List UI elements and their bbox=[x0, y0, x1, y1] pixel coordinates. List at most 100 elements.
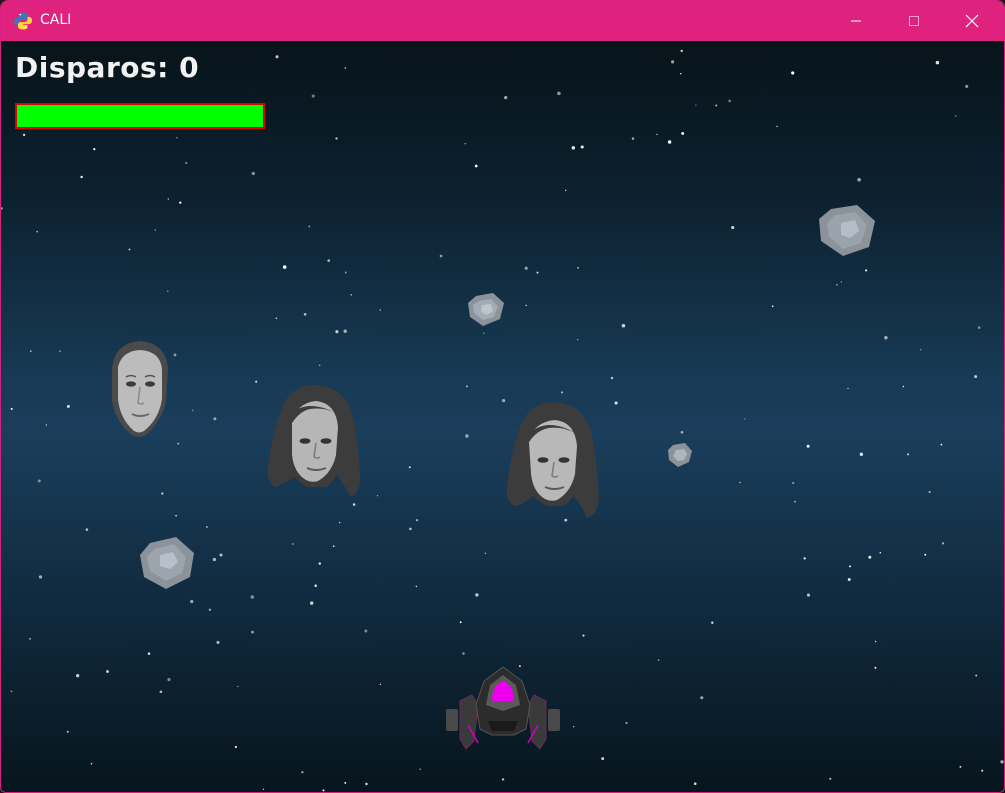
star bbox=[36, 230, 39, 233]
star bbox=[728, 99, 731, 103]
star bbox=[536, 271, 539, 274]
star bbox=[771, 305, 774, 308]
star bbox=[327, 259, 331, 262]
star bbox=[879, 551, 882, 554]
face-enemy bbox=[112, 341, 168, 437]
star bbox=[251, 171, 255, 176]
close-icon bbox=[965, 14, 979, 28]
star bbox=[744, 418, 746, 420]
star bbox=[1000, 760, 1004, 764]
star bbox=[907, 453, 910, 456]
close-button[interactable] bbox=[943, 1, 1001, 41]
star bbox=[335, 137, 338, 140]
window-title: CALI bbox=[40, 12, 72, 28]
star bbox=[504, 96, 508, 100]
star bbox=[965, 84, 969, 88]
minimize-button[interactable] bbox=[827, 1, 885, 41]
star bbox=[190, 599, 194, 604]
star bbox=[483, 332, 485, 334]
star bbox=[571, 146, 576, 150]
title-bar[interactable]: CALI bbox=[1, 1, 1004, 41]
star bbox=[557, 91, 561, 96]
star bbox=[919, 348, 922, 351]
score-label: Disparos: 0 bbox=[15, 51, 200, 84]
star bbox=[310, 601, 314, 605]
star bbox=[711, 621, 714, 624]
star bbox=[416, 519, 419, 522]
star bbox=[859, 452, 864, 456]
health-bar-fill bbox=[17, 105, 263, 127]
star bbox=[580, 145, 584, 149]
maximize-button[interactable] bbox=[885, 1, 943, 41]
star bbox=[167, 290, 169, 293]
star bbox=[959, 765, 962, 768]
star bbox=[680, 430, 684, 434]
star bbox=[621, 323, 626, 328]
star bbox=[255, 380, 258, 383]
star bbox=[739, 481, 741, 484]
star bbox=[303, 312, 307, 316]
star bbox=[159, 690, 163, 694]
star bbox=[262, 788, 265, 790]
star bbox=[179, 201, 182, 204]
star bbox=[577, 266, 580, 269]
star bbox=[282, 265, 287, 269]
game-canvas[interactable]: Disparos: 0 bbox=[1, 41, 1004, 792]
star bbox=[30, 350, 32, 352]
star bbox=[364, 629, 368, 633]
star bbox=[840, 281, 842, 283]
star bbox=[680, 49, 683, 53]
asteroid bbox=[140, 537, 194, 589]
star bbox=[339, 521, 341, 524]
star bbox=[90, 762, 93, 765]
face-enemy bbox=[267, 385, 361, 497]
star bbox=[884, 336, 888, 340]
star bbox=[314, 584, 317, 587]
star bbox=[154, 229, 156, 231]
star bbox=[794, 500, 796, 503]
star bbox=[93, 148, 96, 151]
star bbox=[419, 768, 421, 770]
star bbox=[695, 104, 697, 106]
star bbox=[941, 542, 945, 545]
asteroid bbox=[468, 293, 504, 326]
star bbox=[731, 225, 735, 230]
star bbox=[874, 640, 877, 643]
star bbox=[10, 690, 13, 693]
star bbox=[175, 514, 177, 517]
star bbox=[625, 721, 628, 725]
star bbox=[59, 350, 61, 352]
star bbox=[250, 595, 255, 599]
star bbox=[319, 364, 321, 366]
star bbox=[275, 317, 278, 320]
star bbox=[343, 329, 347, 333]
star bbox=[501, 778, 505, 781]
star bbox=[792, 481, 795, 485]
star bbox=[66, 730, 69, 733]
minimize-icon bbox=[851, 20, 861, 22]
maximize-icon bbox=[909, 16, 919, 26]
star bbox=[76, 674, 80, 678]
star bbox=[657, 659, 660, 661]
player-spaceship[interactable] bbox=[444, 665, 562, 751]
star bbox=[671, 60, 675, 64]
star bbox=[940, 443, 943, 446]
star bbox=[332, 545, 335, 548]
star bbox=[28, 637, 32, 640]
star bbox=[352, 503, 356, 506]
star bbox=[176, 136, 178, 139]
star bbox=[776, 125, 778, 128]
star bbox=[318, 562, 321, 565]
star bbox=[656, 133, 658, 136]
star bbox=[219, 553, 223, 557]
star bbox=[525, 304, 527, 307]
star bbox=[292, 543, 294, 545]
star bbox=[191, 409, 194, 412]
star bbox=[128, 248, 131, 251]
star bbox=[464, 142, 466, 145]
star bbox=[234, 745, 238, 749]
star bbox=[350, 294, 352, 296]
star bbox=[565, 189, 567, 191]
star bbox=[681, 131, 685, 135]
star bbox=[408, 466, 411, 469]
